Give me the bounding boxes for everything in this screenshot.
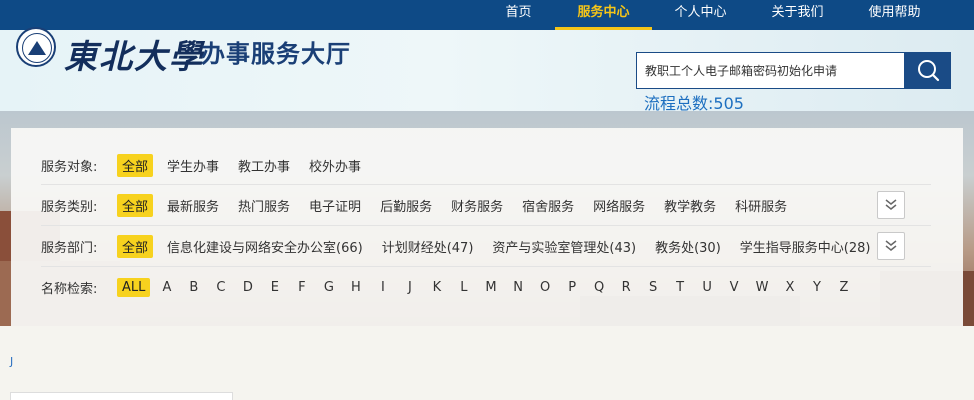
letter-option-d[interactable]: D [237,278,258,297]
service-card [10,392,233,400]
search-icon [918,60,940,82]
filter-label-audience: 服务对象: [41,159,98,175]
letter-option-m[interactable]: M [480,278,501,297]
letter-option-q[interactable]: Q [589,278,610,297]
letter-option-p[interactable]: P [562,278,583,297]
expand-department-button[interactable] [877,232,905,260]
search-input[interactable] [637,53,904,88]
department-option-student-services[interactable]: 学生指导服务中心(28) [735,235,876,258]
letter-option-all[interactable]: ALL [117,278,151,297]
category-option-newest[interactable]: 最新服务 [162,194,224,217]
nav-personal-center[interactable]: 个人中心 [652,0,749,30]
letter-option-x[interactable]: X [779,278,800,297]
university-logo-text: 東北大學 [64,37,204,76]
nav-home[interactable]: 首页 [482,0,555,30]
audience-option-staff[interactable]: 教工办事 [233,154,295,177]
letter-option-l[interactable]: L [453,278,474,297]
top-bar: 首页 服务中心 个人中心 关于我们 使用帮助 [0,0,974,30]
filter-label-category: 服务类别: [41,199,98,215]
site-title: 办事服务大厅 [201,40,351,68]
department-option-finance[interactable]: 计划财经处(47) [377,235,479,258]
search-button[interactable] [905,52,951,89]
filter-row-department: 服务部门: 全部 信息化建设与网络安全办公室(66) 计划财经处(47) 资产与… [41,226,931,267]
letter-option-a[interactable]: A [156,278,177,297]
category-option-network[interactable]: 网络服务 [588,194,650,217]
letter-option-o[interactable]: O [535,278,556,297]
letter-index: ALL A B C D E F G H I J K L M N O P Q R S T U V W X Y Z [117,278,860,297]
category-option-dormitory[interactable]: 宿舍服务 [517,194,579,217]
nav-service-center[interactable]: 服务中心 [555,0,652,30]
category-option-e-certificate[interactable]: 电子证明 [304,194,366,217]
department-option-all[interactable]: 全部 [117,234,154,258]
letter-option-u[interactable]: U [697,278,718,297]
content-link-fragment[interactable]: J [10,355,13,368]
chevron-double-down-icon [885,199,897,210]
filter-panel: 服务对象: 全部 学生办事 教工办事 校外办事 服务类别: 全部 最新服务 热门… [11,128,963,326]
filter-row-audience: 服务对象: 全部 学生办事 教工办事 校外办事 [41,146,931,185]
category-option-teaching[interactable]: 教学教务 [659,194,721,217]
filter-row-name-index: 名称检索: ALL A B C D E F G H I J K L M N O P Q R S T U V W X Y Z [41,267,931,308]
expand-category-button[interactable] [877,191,905,219]
category-option-finance[interactable]: 财务服务 [446,194,508,217]
letter-option-r[interactable]: R [616,278,637,297]
department-option-academic-affairs[interactable]: 教务处(30) [650,235,726,258]
filter-row-category: 服务类别: 全部 最新服务 热门服务 电子证明 后勤服务 财务服务 宿舍服务 网… [41,185,931,226]
letter-option-c[interactable]: C [210,278,231,297]
letter-option-z[interactable]: Z [833,278,854,297]
audience-option-student[interactable]: 学生办事 [162,154,224,177]
letter-option-n[interactable]: N [508,278,529,297]
category-option-all[interactable]: 全部 [117,193,154,217]
letter-option-i[interactable]: I [372,278,393,297]
letter-option-w[interactable]: W [751,278,774,297]
filter-label-name-index: 名称检索: [41,282,98,297]
audience-option-all[interactable]: 全部 [117,153,154,177]
audience-option-external[interactable]: 校外办事 [304,154,366,177]
letter-option-g[interactable]: G [318,278,339,297]
university-emblem-icon [16,27,56,67]
department-option-assets-labs[interactable]: 资产与实验室管理处(43) [487,235,641,258]
letter-option-k[interactable]: K [426,278,447,297]
category-option-research[interactable]: 科研服务 [730,194,792,217]
letter-option-h[interactable]: H [345,278,366,297]
search-box [636,52,905,89]
nav-about-us[interactable]: 关于我们 [749,0,846,30]
letter-option-t[interactable]: T [670,278,691,297]
nav-help[interactable]: 使用帮助 [846,0,943,30]
category-option-logistics[interactable]: 后勤服务 [375,194,437,217]
letter-option-b[interactable]: B [183,278,204,297]
top-nav: 首页 服务中心 个人中心 关于我们 使用帮助 [482,0,943,30]
letter-option-j[interactable]: J [399,278,420,297]
letter-option-y[interactable]: Y [806,278,827,297]
letter-option-s[interactable]: S [643,278,664,297]
letter-option-f[interactable]: F [291,278,312,297]
filter-label-department: 服务部门: [41,240,98,256]
department-option-it-security[interactable]: 信息化建设与网络安全办公室(66) [162,235,368,258]
letter-option-e[interactable]: E [264,278,285,297]
chevron-double-down-icon [885,240,897,251]
letter-option-v[interactable]: V [724,278,745,297]
category-option-popular[interactable]: 热门服务 [233,194,295,217]
